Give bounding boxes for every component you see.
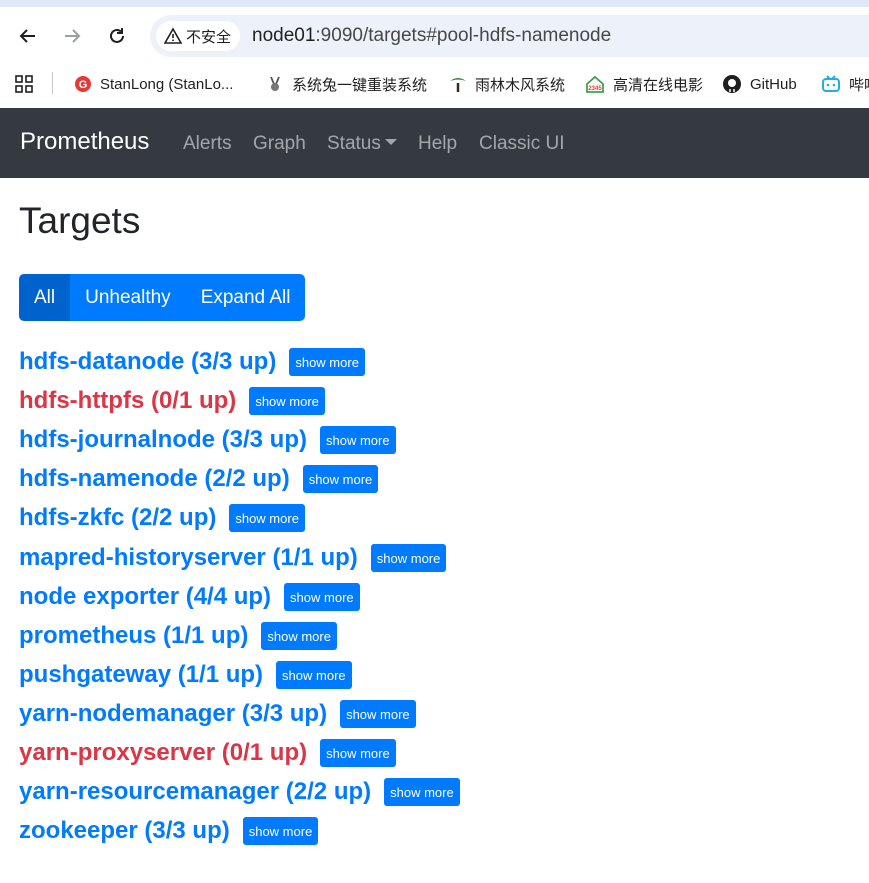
- target-pool-name[interactable]: yarn-nodemanager (3/3 up): [19, 700, 327, 728]
- filter-all-button[interactable]: All: [19, 274, 71, 321]
- rabbit-icon: [270, 76, 280, 91]
- forward-arrow-icon: [65, 29, 81, 43]
- apps-button[interactable]: [14, 72, 34, 96]
- expand-all-button[interactable]: Expand All: [185, 274, 306, 321]
- target-pool-name[interactable]: hdfs-datanode (3/3 up): [19, 348, 276, 376]
- show-more-button[interactable]: show more: [242, 817, 319, 845]
- tab-strip-edge: [0, 0, 869, 7]
- show-more-button[interactable]: show more: [320, 426, 396, 454]
- target-pool-row: hdfs-namenode (2/2 up) show more: [19, 463, 379, 495]
- nav-alerts[interactable]: Alerts: [183, 133, 232, 155]
- target-pool-name[interactable]: mapred-historyserver (1/1 up): [19, 544, 358, 572]
- caret-down-icon: [384, 139, 397, 146]
- forward-button[interactable]: [58, 22, 86, 50]
- target-pool-row: mapred-historyserver (1/1 up) show more: [19, 542, 447, 574]
- nav-status-dropdown[interactable]: Status: [327, 133, 397, 155]
- target-pool-name[interactable]: node exporter (4/4 up): [19, 583, 271, 611]
- target-pool-row: yarn-resourcemanager (2/2 up) show more: [19, 776, 460, 808]
- target-pool-row: hdfs-journalnode (3/3 up) show more: [19, 424, 396, 456]
- url-path: :9090/targets#pool-hdfs-namenode: [315, 25, 612, 46]
- back-arrow-icon: [19, 29, 35, 43]
- target-pool-row: hdfs-httpfs (0/1 up) show more: [19, 385, 325, 417]
- url-host: node01: [252, 25, 316, 46]
- target-pool-row: prometheus (1/1 up) show more: [19, 620, 337, 652]
- apps-grid-icon: [15, 75, 33, 93]
- show-more-button[interactable]: show more: [284, 583, 360, 611]
- brand-link[interactable]: Prometheus: [20, 128, 149, 156]
- bilibili-icon: [822, 75, 840, 92]
- bookmark-label: GitHub: [750, 75, 797, 93]
- svg-text:G: G: [79, 79, 88, 91]
- bookmark-label: 哔哩: [849, 76, 869, 94]
- reload-button[interactable]: [103, 22, 131, 50]
- show-more-button[interactable]: show more: [302, 465, 379, 493]
- show-more-button[interactable]: show more: [276, 661, 352, 689]
- nav-graph[interactable]: Graph: [253, 133, 306, 155]
- target-pool-name[interactable]: hdfs-namenode (2/2 up): [19, 465, 290, 493]
- target-pool-row: zookeeper (3/3 up) show more: [19, 815, 319, 847]
- bookmark-label: 系统兔一键重装系统: [292, 76, 428, 94]
- bookmark-xitongtu[interactable]: 系统兔一键重装系统: [266, 72, 427, 96]
- target-pool-name[interactable]: hdfs-journalnode (3/3 up): [19, 426, 307, 454]
- show-more-button[interactable]: show more: [384, 778, 460, 806]
- target-pool-name[interactable]: hdfs-zkfc (2/2 up): [19, 504, 216, 532]
- show-more-button[interactable]: show more: [249, 387, 325, 415]
- bookmark-label: StanLong (StanLo...: [100, 75, 234, 93]
- filter-unhealthy-button[interactable]: Unhealthy: [70, 274, 186, 321]
- bookmarks-bar: G StanLong (StanLo... 系统兔一键重装系统 雨林木风系统 2…: [0, 64, 869, 104]
- bookmark-label: 雨林木风系统: [475, 76, 566, 94]
- nav-help[interactable]: Help: [418, 133, 457, 155]
- target-pool-row: yarn-proxyserver (0/1 up) show more: [19, 737, 396, 769]
- address-bar[interactable]: 不安全 node01:9090/targets#pool-hdfs-nameno…: [150, 15, 869, 57]
- bookmark-yulin[interactable]: 雨林木风系统: [449, 72, 565, 96]
- target-pool-name[interactable]: zookeeper (3/3 up): [19, 817, 230, 845]
- target-pool-row: hdfs-zkfc (2/2 up) show more: [19, 502, 305, 534]
- bookmark-bilibili[interactable]: 哔哩: [821, 72, 869, 96]
- security-label: 不安全: [186, 28, 232, 46]
- show-more-button[interactable]: show more: [340, 700, 416, 728]
- target-pool-name[interactable]: prometheus (1/1 up): [19, 622, 248, 650]
- warning-icon: [164, 27, 182, 44]
- bookmark-movies[interactable]: 2345 高清在线电影: [585, 72, 703, 96]
- stanlong-icon: G: [75, 76, 91, 92]
- target-pool-name[interactable]: yarn-resourcemanager (2/2 up): [19, 778, 371, 806]
- target-pool-row: hdfs-datanode (3/3 up) show more: [19, 346, 365, 378]
- show-more-button[interactable]: show more: [229, 504, 305, 532]
- github-icon: [723, 75, 741, 93]
- house-2345-icon: 2345: [586, 75, 604, 93]
- reload-icon: [110, 28, 124, 43]
- show-more-button[interactable]: show more: [289, 348, 365, 376]
- show-more-button[interactable]: show more: [370, 544, 447, 572]
- target-pool-name[interactable]: yarn-proxyserver (0/1 up): [19, 739, 307, 767]
- bookmark-github[interactable]: GitHub: [722, 72, 797, 96]
- target-pool-name[interactable]: pushgateway (1/1 up): [19, 661, 263, 689]
- target-pool-name[interactable]: hdfs-httpfs (0/1 up): [19, 387, 236, 415]
- bookmark-stanlong[interactable]: G StanLong (StanLo...: [74, 72, 233, 96]
- show-more-button[interactable]: show more: [261, 622, 337, 650]
- show-more-button[interactable]: show more: [320, 739, 396, 767]
- url-text[interactable]: node01:9090/targets#pool-hdfs-namenode: [252, 25, 611, 47]
- nav-status-label: Status: [327, 133, 381, 154]
- target-pool-row: yarn-nodemanager (3/3 up) show more: [19, 698, 416, 730]
- target-pool-row: node exporter (4/4 up) show more: [19, 581, 360, 613]
- top-navbar: Prometheus Alerts Graph Status Help Clas…: [0, 108, 869, 178]
- svg-text:2345: 2345: [588, 86, 602, 92]
- bookmark-separator: [52, 72, 53, 94]
- nav-classic-ui[interactable]: Classic UI: [479, 133, 565, 155]
- tree-icon: [450, 78, 466, 92]
- target-pool-row: pushgateway (1/1 up) show more: [19, 659, 352, 691]
- back-button[interactable]: [14, 22, 42, 50]
- filter-button-group: All Unhealthy Expand All: [19, 274, 306, 321]
- bookmark-label: 高清在线电影: [613, 76, 704, 94]
- page-title: Targets: [19, 200, 141, 241]
- security-chip[interactable]: 不安全: [156, 21, 240, 51]
- browser-chrome: 不安全 node01:9090/targets#pool-hdfs-nameno…: [0, 0, 869, 108]
